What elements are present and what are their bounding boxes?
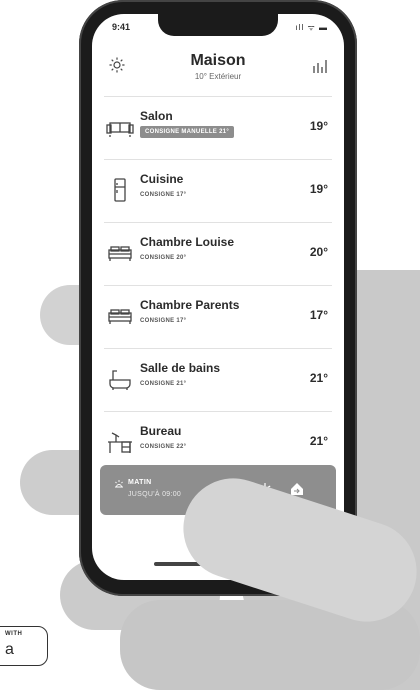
room-name: Salon [140,109,173,123]
outdoor-temp: 10° Extérieur [194,72,242,81]
room-list: Salon CONSIGNE MANUELLE 21° 19° Cuisine … [92,96,344,474]
room-temp: 20° [309,245,328,259]
room-row-chambre-parents[interactable]: Chambre Parents CONSIGNE 17° 17° [104,285,332,348]
desk-icon [108,432,132,453]
room-setpoint: CONSIGNE 21° [140,381,187,387]
room-setpoint: CONSIGNE 17° [140,318,187,324]
room-setpoint-manual: CONSIGNE MANUELLE 21° [140,126,235,138]
room-row-chambre-louise[interactable]: Chambre Louise CONSIGNE 20° 20° [104,222,332,285]
bed-icon [108,246,132,261]
room-temp: 21° [309,434,328,448]
status-time: 9:41 [112,22,131,32]
room-name: Chambre Parents [140,298,240,312]
bed-icon [108,309,132,324]
works-with-badge: WITH a [0,626,48,666]
notch [158,14,278,36]
sunrise-icon [115,480,123,488]
page-title: Maison [190,52,246,69]
room-name: Cuisine [140,172,184,186]
room-setpoint: CONSIGNE 17° [140,192,187,198]
mode-name: MATIN [128,479,152,486]
mode-until: JUSQU'À 09:00 [128,491,182,498]
room-temp: 21° [309,371,328,385]
bathtub-icon [109,370,131,390]
room-setpoint: CONSIGNE 22° [140,444,187,450]
room-setpoint: CONSIGNE 20° [140,255,187,261]
room-row-salon[interactable]: Salon CONSIGNE MANUELLE 21° 19° [104,96,332,159]
room-temp: 19° [309,119,328,133]
badge-big-text: a [5,641,14,658]
room-name: Bureau [140,424,182,438]
room-temp: 19° [309,182,328,196]
room-name: Salle de bains [140,361,221,375]
badge-small-text: WITH [5,631,23,637]
room-temp: 17° [309,308,328,322]
fridge-icon [114,178,126,202]
room-row-cuisine[interactable]: Cuisine CONSIGNE 17° 19° [104,159,332,222]
stats-icon[interactable] [312,58,330,74]
sofa-icon [106,122,134,137]
room-name: Chambre Louise [140,235,235,249]
status-icons: ıll ᯤ ▬ [295,23,328,32]
room-row-salle-de-bains[interactable]: Salle de bains CONSIGNE 21° 21° [104,348,332,411]
